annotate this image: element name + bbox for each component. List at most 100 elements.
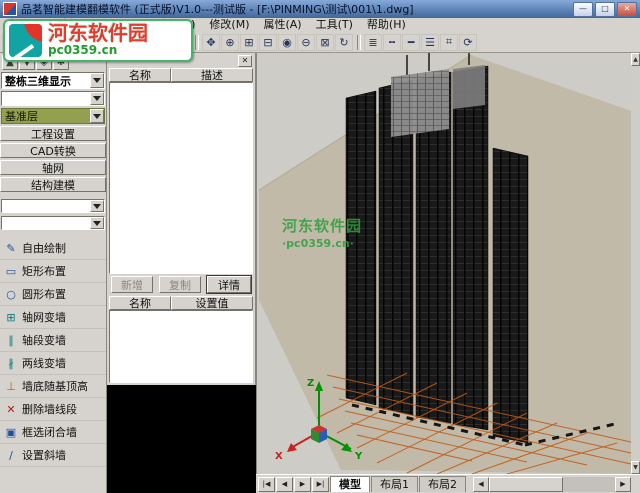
scaffold-patch (391, 69, 449, 137)
maximize-button[interactable]: □ (595, 2, 615, 17)
scroll-left-icon[interactable]: ◀ (473, 477, 489, 492)
name-desc-list[interactable] (109, 82, 253, 274)
dropdown-arrow-icon[interactable] (90, 200, 104, 212)
drawing-canvas[interactable]: Z X Y 河东软件园 ·pc0359.cn· (256, 53, 631, 474)
tool-set-slant-wall[interactable]: ∕ 设置斜墙 (0, 444, 106, 467)
tool-list: ✎ 自由绘制 ▭ 矩形布置 ○ 圆形布置 ⊞ 轴网变墙 ∥ 轴段变墙 ∦ 两线变… (0, 237, 106, 467)
dropdown-arrow-icon[interactable] (90, 92, 104, 105)
name-value-list[interactable] (109, 310, 253, 383)
menu-modify[interactable]: 修改(M) (202, 18, 256, 32)
empty-combo[interactable] (1, 91, 105, 106)
tab-model[interactable]: 模型 (330, 476, 370, 492)
twoline-to-wall-icon: ∦ (4, 357, 18, 370)
floor-select-value: 基准层 (2, 108, 90, 124)
refresh-icon[interactable]: ⟳ (459, 34, 477, 51)
linetype-icon[interactable]: ╍ (383, 34, 401, 51)
dropdown-arrow-icon[interactable] (90, 109, 104, 123)
title-bar: 品茗智能建模翻模软件 (正式版)V1.0---测试版 - [F:\PINMING… (0, 0, 640, 18)
menu-properties[interactable]: 属性(A) (256, 18, 308, 32)
canvas-watermark: 河东软件园 ·pc0359.cn· (282, 217, 362, 251)
tool-delete-wall-segment[interactable]: ✕ 删除墙线段 (0, 398, 106, 421)
cad-convert-button[interactable]: CAD转换 (0, 143, 106, 158)
detail-button[interactable]: 详情 (207, 276, 251, 293)
category-combo[interactable] (1, 199, 105, 213)
properties-icon[interactable]: ☰ (421, 34, 439, 51)
scroll-up-icon[interactable]: ▲ (631, 53, 640, 66)
preview-area (107, 385, 256, 493)
rect-layout-icon: ▭ (4, 265, 18, 278)
project-settings-button[interactable]: 工程设置 (0, 126, 106, 141)
tool-axis-to-wall[interactable]: ∥ 轴段变墙 (0, 329, 106, 352)
zoom-window-icon[interactable]: ⊞ (240, 34, 258, 51)
menu-help[interactable]: 帮助(H) (360, 18, 413, 32)
canvas-watermark-name: 河东软件园 (282, 217, 362, 237)
zoom-realtime-icon[interactable]: ⊕ (221, 34, 239, 51)
scroll-right-icon[interactable]: ▶ (615, 477, 631, 492)
tab-layout1[interactable]: 布局1 (371, 476, 418, 492)
last-tab-icon[interactable]: ▶| (312, 477, 329, 492)
tool-twoline-to-wall[interactable]: ∦ 两线变墙 (0, 352, 106, 375)
toolbar-separator (357, 35, 361, 50)
zoom-in-icon[interactable]: ◉ (278, 34, 296, 51)
first-tab-icon[interactable]: |◀ (258, 477, 275, 492)
menu-tools[interactable]: 工具(T) (309, 18, 360, 32)
model-3d-view: Z X Y (257, 53, 631, 474)
dropdown-arrow-icon[interactable] (90, 73, 104, 88)
site-watermark: 河东软件园 pc0359.cn (3, 19, 193, 62)
floor-select-combo[interactable]: 基准层 (1, 108, 105, 124)
layers-icon[interactable]: ≣ (364, 34, 382, 51)
zoom-extents-icon[interactable]: ⊠ (316, 34, 334, 51)
slant-wall-icon: ∕ (4, 449, 18, 462)
scroll-down-icon[interactable]: ▼ (631, 461, 640, 474)
dropdown-arrow-icon[interactable] (90, 217, 104, 229)
minimize-button[interactable]: — (573, 2, 593, 17)
zoom-previous-icon[interactable]: ⊟ (259, 34, 277, 51)
tool-free-draw[interactable]: ✎ 自由绘制 (0, 237, 106, 260)
structure-modeling-button[interactable]: 结构建模 (0, 177, 106, 192)
scrollbar-track[interactable] (563, 477, 615, 492)
tool-box-select-closed-wall[interactable]: ▣ 框选闭合墙 (0, 421, 106, 444)
scaffold-patch (453, 65, 485, 109)
column-header-name2[interactable]: 名称 (109, 296, 171, 310)
tool-rect-layout[interactable]: ▭ 矩形布置 (0, 260, 106, 283)
tool-wallbase-height[interactable]: ⊥ 墙底随基顶高 (0, 375, 106, 398)
site-watermark-name: 河东软件园 (48, 23, 148, 43)
close-button[interactable]: ✕ (617, 2, 637, 17)
axis-to-wall-icon: ∥ (4, 334, 18, 347)
window-title: 品茗智能建模翻模软件 (正式版)V1.0---测试版 - [F:\PINMING… (21, 1, 571, 17)
view-mode-value: 整栋三维显示 (2, 73, 90, 89)
prev-tab-icon[interactable]: ◀ (276, 477, 293, 492)
scrollbar-thumb[interactable] (489, 477, 563, 492)
subcategory-combo[interactable] (1, 216, 105, 230)
tool-grid-to-wall[interactable]: ⊞ 轴网变墙 (0, 306, 106, 329)
wallbase-height-icon: ⊥ (4, 380, 18, 393)
measure-icon[interactable]: ⌗ (440, 34, 458, 51)
tool-sidebar: ▲ ▼ ◈ ✱ 整栋三维显示 基准层 工程设置 CAD转换 轴网 结构建模 (0, 53, 107, 493)
name-value-table-header: 名称 设置值 (109, 296, 253, 310)
vertical-scrollbar[interactable]: ▲ ▼ (631, 53, 640, 474)
column-header-name[interactable]: 名称 (109, 68, 171, 82)
tool-circle-layout[interactable]: ○ 圆形布置 (0, 283, 106, 306)
horizontal-scrollbar[interactable]: ◀ ▶ (473, 477, 640, 492)
column-header-desc[interactable]: 描述 (171, 68, 253, 82)
canvas-watermark-url: ·pc0359.cn· (282, 237, 362, 251)
axis-y-label: Y (354, 451, 363, 462)
axis-x-label: X (275, 451, 283, 462)
orbit-icon[interactable]: ↻ (335, 34, 353, 51)
add-button: 新增 (111, 276, 153, 293)
free-draw-icon: ✎ (4, 242, 18, 255)
pan-icon[interactable]: ✥ (202, 34, 220, 51)
view-mode-combo[interactable]: 整栋三维显示 (1, 72, 105, 89)
site-watermark-url: pc0359.cn (48, 43, 148, 57)
tab-layout2[interactable]: 布局2 (419, 476, 466, 492)
site-logo-icon (9, 24, 42, 57)
app-icon (3, 2, 17, 16)
axis-grid-button[interactable]: 轴网 (0, 160, 106, 175)
lineweight-icon[interactable]: ━ (402, 34, 420, 51)
application-window: 品茗智能建模翻模软件 (正式版)V1.0---测试版 - [F:\PINMING… (0, 0, 640, 493)
zoom-out-icon[interactable]: ⊖ (297, 34, 315, 51)
name-desc-table-header: 名称 描述 (109, 68, 253, 82)
column-header-value[interactable]: 设置值 (171, 296, 253, 310)
next-tab-icon[interactable]: ▶ (294, 477, 311, 492)
panel-close-button[interactable]: ✕ (238, 55, 252, 67)
